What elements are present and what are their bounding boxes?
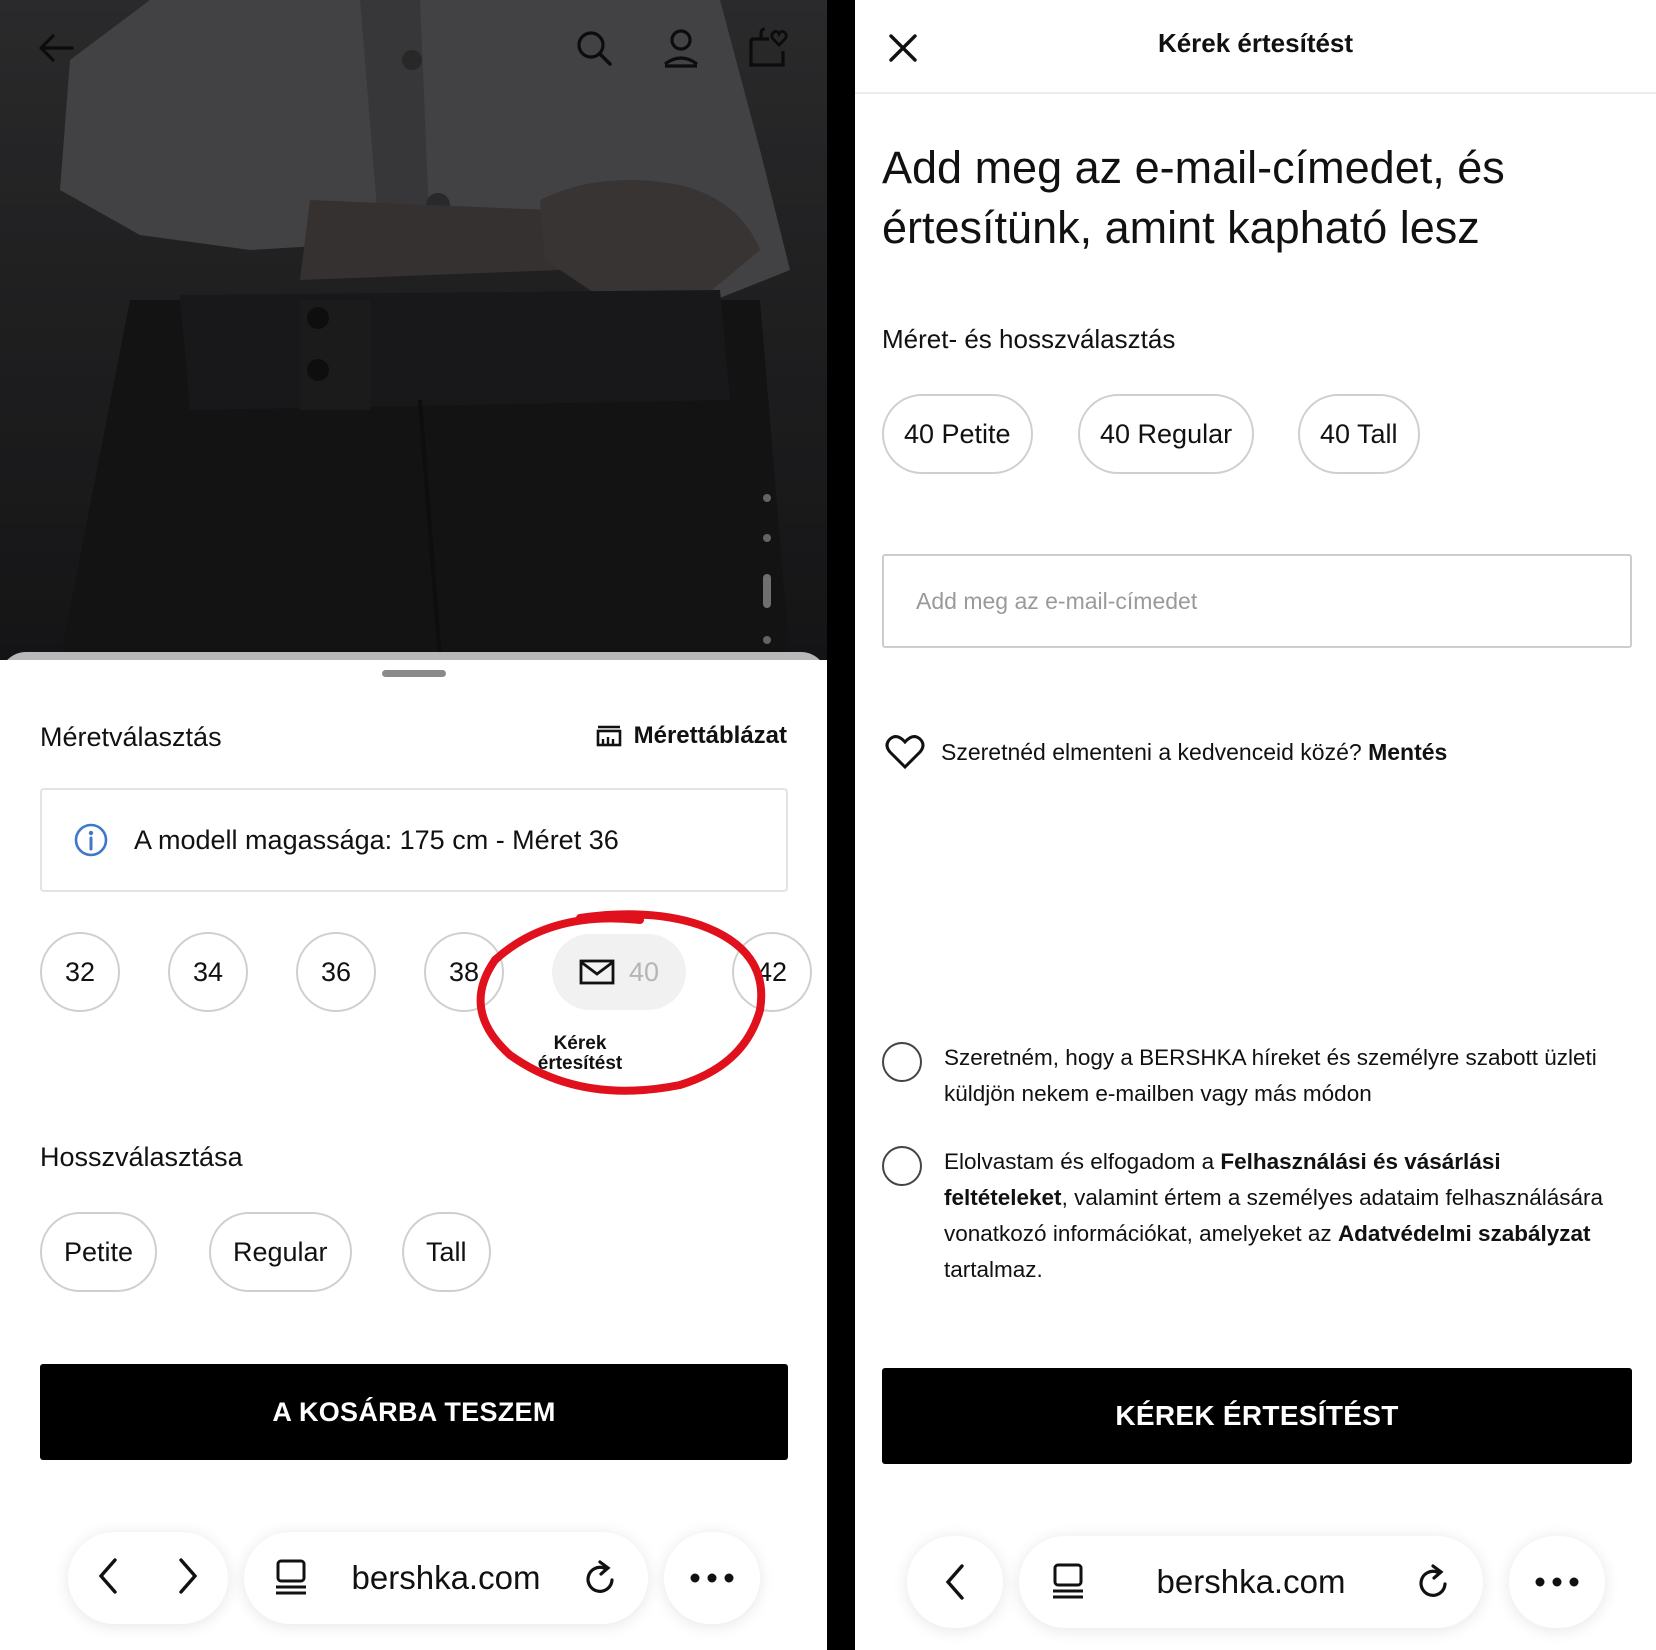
reload-icon[interactable] <box>584 1560 618 1596</box>
selection-label: Méret- és hosszválasztás <box>882 324 1176 354</box>
size-option-32[interactable]: 32 <box>40 932 120 1012</box>
option-40-regular[interactable]: 40 Regular <box>1078 394 1255 474</box>
more-icon <box>1535 1577 1579 1587</box>
notify-submit-button[interactable]: KÉREK ÉRTESÍTÉST <box>882 1368 1632 1464</box>
size-option-40-unavailable[interactable]: 40 <box>552 934 686 1010</box>
size-option-38[interactable]: 38 <box>424 932 504 1012</box>
bag-button[interactable] <box>742 22 794 74</box>
notify-dialog: Kérek értesítést Add meg az e-mail-címed… <box>855 0 1656 1650</box>
dialog-header: Kérek értesítést <box>855 0 1656 94</box>
terms-text-1: Elolvastam és elfogadom a <box>944 1149 1221 1174</box>
size-option-36[interactable]: 36 <box>296 932 376 1012</box>
length-option-regular[interactable]: Regular <box>209 1212 352 1292</box>
product-photo <box>0 0 827 660</box>
option-40-petite[interactable]: 40 Petite <box>882 394 1033 474</box>
info-icon <box>74 823 108 857</box>
tabs-icon <box>1053 1563 1083 1599</box>
dialog-headline: Add meg az e-mail-címedet, és értesítünk… <box>882 142 1505 253</box>
more-icon <box>690 1573 734 1583</box>
size-option-34[interactable]: 34 <box>168 932 248 1012</box>
size-chart-link[interactable]: Mérettáblázat <box>596 722 787 750</box>
terms-consent-radio[interactable] <box>882 1146 922 1186</box>
model-info-text: A modell magassága: 175 cm - Méret 36 <box>134 824 619 855</box>
browser-forward-button[interactable] <box>173 1556 203 1601</box>
option-40-tall[interactable]: 40 Tall <box>1298 394 1420 474</box>
size-section-title: Méretválasztás <box>40 722 222 752</box>
marketing-consent: Szeretném, hogy a BERSHKA híreket és sze… <box>882 1040 1622 1112</box>
envelope-icon <box>579 959 615 985</box>
ruler-icon <box>596 725 621 747</box>
product-page: Méretválasztás Mérettáblázat A modell ma… <box>0 0 827 1650</box>
model-info-box: A modell magassága: 175 cm - Méret 36 <box>40 788 788 892</box>
terms-consent-text: Elolvastam és elfogadom a Felhasználási … <box>944 1144 1622 1288</box>
add-to-cart-button[interactable]: A KOSÁRBA TESZEM <box>40 1364 788 1460</box>
chevron-right-icon <box>179 1557 198 1594</box>
marketing-consent-text: Szeretném, hogy a BERSHKA híreket és sze… <box>944 1045 1597 1106</box>
search-button[interactable] <box>568 22 620 74</box>
favorites-text: Szeretnéd elmenteni a kedvenceid közé? <box>941 738 1362 765</box>
account-button[interactable] <box>655 22 707 74</box>
email-field[interactable] <box>882 554 1632 648</box>
save-favorites-row: Szeretnéd elmenteni a kedvenceid közé? M… <box>885 734 1447 770</box>
size-bottom-sheet: Méretválasztás Mérettáblázat A modell ma… <box>0 652 827 1650</box>
chevron-left-icon <box>98 1557 117 1594</box>
browser-menu-button-right[interactable] <box>1509 1536 1605 1628</box>
size-options: 32 34 36 38 40 42 <box>40 932 820 1022</box>
sheet-grabber[interactable] <box>382 670 446 677</box>
length-option-tall[interactable]: Tall <box>402 1212 491 1292</box>
terms-text-3: tartalmaz. <box>944 1257 1043 1282</box>
size-40-label: 40 <box>628 956 660 987</box>
browser-back-button[interactable] <box>93 1556 123 1601</box>
browser-url: bershka.com <box>351 1559 541 1596</box>
terms-consent: Elolvastam és elfogadom a Felhasználási … <box>882 1144 1622 1288</box>
length-section-title: Hosszválasztása <box>40 1142 243 1172</box>
chevron-left-icon <box>945 1564 964 1600</box>
tabs-icon <box>276 1559 306 1595</box>
browser-address-bar[interactable]: bershka.com <box>244 1532 648 1624</box>
marketing-consent-radio[interactable] <box>882 1042 922 1082</box>
size-option-42[interactable]: 42 <box>732 932 812 1012</box>
browser-menu-button[interactable] <box>664 1532 760 1624</box>
size-chart-label: Mérettáblázat <box>633 722 787 749</box>
notify-me-label[interactable]: Kérek értesítést <box>520 1034 640 1074</box>
browser-url-right: bershka.com <box>1156 1563 1346 1600</box>
reload-icon[interactable] <box>1417 1564 1451 1600</box>
search-icon <box>577 31 612 66</box>
browser-nav-group <box>68 1532 228 1624</box>
screenshot-divider <box>827 0 855 1650</box>
bag-heart-icon <box>749 27 788 67</box>
dialog-title: Kérek értesítést <box>1157 28 1354 58</box>
back-button[interactable] <box>30 22 82 74</box>
browser-address-bar-right[interactable]: bershka.com <box>1019 1536 1483 1628</box>
privacy-policy-link[interactable]: Adatvédelmi szabályzat <box>1338 1221 1591 1246</box>
length-option-petite[interactable]: Petite <box>40 1212 158 1292</box>
heart-icon[interactable] <box>885 734 925 770</box>
arrow-left-icon <box>39 34 74 62</box>
save-favorites-link[interactable]: Mentés <box>1368 739 1447 765</box>
user-icon <box>664 29 698 68</box>
model-photo <box>60 0 790 660</box>
browser-back-button-right[interactable] <box>907 1536 1003 1628</box>
